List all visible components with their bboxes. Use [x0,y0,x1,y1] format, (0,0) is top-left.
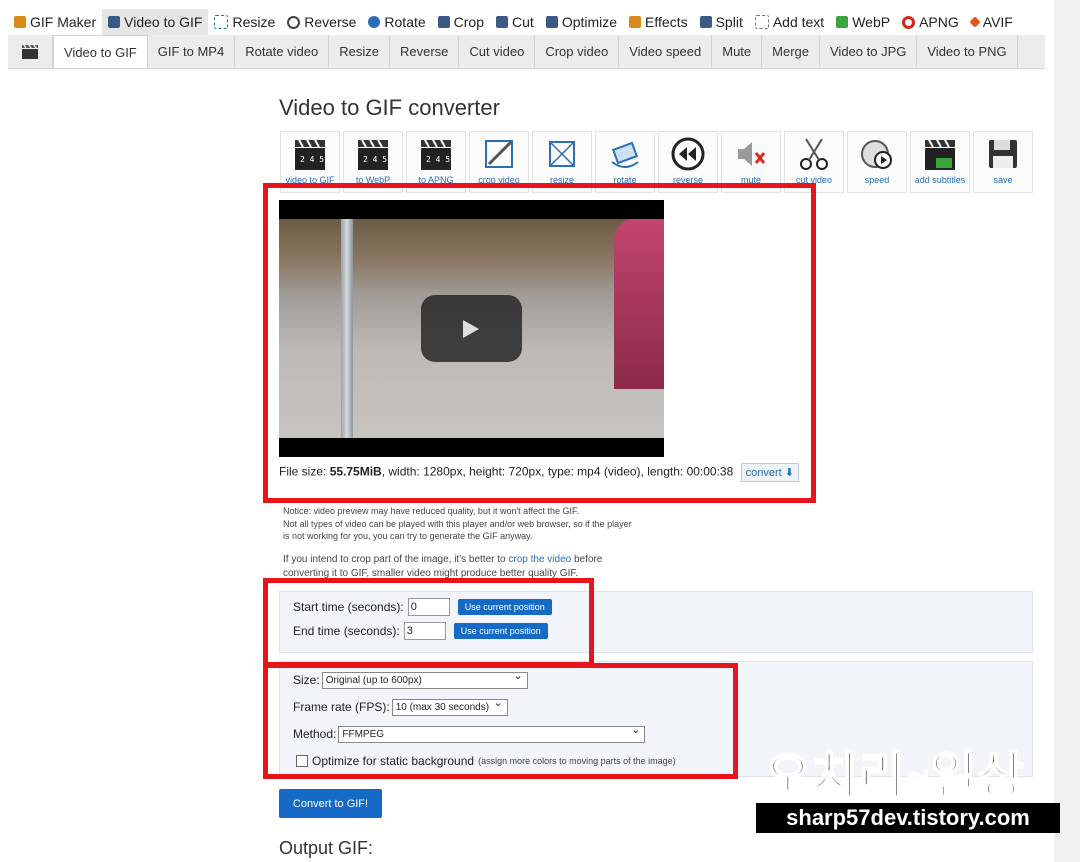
convert-to-gif-button[interactable]: Convert to GIF! [279,789,382,818]
resize-icon [214,15,229,29]
rotate-icon [368,16,381,28]
save-icon [989,140,1017,168]
nav-webp[interactable]: WebP [830,9,896,35]
tab-video-to-jpg[interactable]: Video to JPG [820,35,918,68]
clapperboard-icon: 2 4 5 [295,139,325,170]
nav-rotate[interactable]: Rotate [362,9,431,35]
apng-icon [902,15,916,29]
watermark-logo: 오치리의일상 [764,747,1025,805]
svg-text:2 4 5: 2 4 5 [426,155,450,164]
avif-icon [969,16,981,28]
crop-hint: If you intend to crop part of the image,… [283,554,603,579]
tab-reverse[interactable]: Reverse [390,35,460,68]
clapperboard-icon: 2 4 5 [358,139,388,170]
svg-text:2 4 5: 2 4 5 [300,155,324,164]
subtitles-icon [925,139,955,170]
highlight-video [263,183,816,503]
nav-cut[interactable]: Cut [490,9,540,35]
tool-add-subtitles[interactable]: add subtitles [910,131,970,193]
tab-mute[interactable]: Mute [712,35,763,68]
clapperboard-icon[interactable] [8,35,53,68]
nav-avif[interactable]: AVIF [965,9,1019,35]
rotate-icon [611,141,639,168]
nav-add-text[interactable]: Add text [749,9,830,35]
split-icon [699,16,712,28]
top-nav: GIF Maker Video to GIF Resize Reverse Ro… [8,9,1019,35]
svg-text:2 4 5: 2 4 5 [363,155,387,164]
notice-text: Notice: video preview may have reduced q… [283,506,632,541]
speed-icon [861,140,892,169]
crop-icon [437,16,450,28]
gif-maker-icon [14,16,26,28]
cut-icon [496,16,509,28]
crop-video-link[interactable]: crop the video [508,554,571,565]
output-gif-title: Output GIF: [279,838,374,858]
nav-optimize[interactable]: Optimize [540,9,623,35]
nav-gif-maker[interactable]: GIF Maker [8,9,102,35]
tool-speed[interactable]: speed [847,131,907,193]
add-text-icon [754,15,769,29]
nav-resize[interactable]: Resize [208,9,281,35]
nav-apng[interactable]: APNG [896,9,965,35]
nav-split[interactable]: Split [694,9,749,35]
optimize-icon [545,16,558,28]
mute-icon [738,142,766,166]
clapperboard-icon: 2 4 5 [421,139,451,170]
film-icon [108,16,121,28]
tab-rotate-video[interactable]: Rotate video [235,35,330,68]
tab-video-speed[interactable]: Video speed [619,35,713,68]
resize-icon [549,141,575,167]
rewind-icon [671,137,705,171]
watermark-url: sharp57dev.tistory.com [756,803,1060,833]
tab-video-to-png[interactable]: Video to PNG [917,35,1018,68]
tab-video-to-gif[interactable]: Video to GIF [53,35,148,68]
crop-icon [485,140,513,168]
tab-resize[interactable]: Resize [329,35,390,68]
webp-icon [836,16,849,28]
nav-video-to-gif[interactable]: Video to GIF [102,9,209,35]
nav-reverse[interactable]: Reverse [281,9,362,35]
tool-save[interactable]: save [973,131,1033,193]
highlight-time [263,578,594,667]
highlight-options [263,663,738,779]
tab-gif-to-mp4[interactable]: GIF to MP4 [148,35,236,68]
nav-crop[interactable]: Crop [432,9,490,35]
tab-merge[interactable]: Merge [762,35,820,68]
nav-effects[interactable]: Effects [623,9,694,35]
sub-nav: Video to GIF GIF to MP4 Rotate video Res… [8,35,1045,69]
scrollbar[interactable] [1054,0,1080,862]
effects-icon [629,16,642,28]
tab-cut-video[interactable]: Cut video [459,35,536,68]
tab-crop-video[interactable]: Crop video [535,35,620,68]
scissors-icon [800,138,828,170]
reverse-icon [287,15,301,29]
page-title: Video to GIF converter [279,95,500,120]
